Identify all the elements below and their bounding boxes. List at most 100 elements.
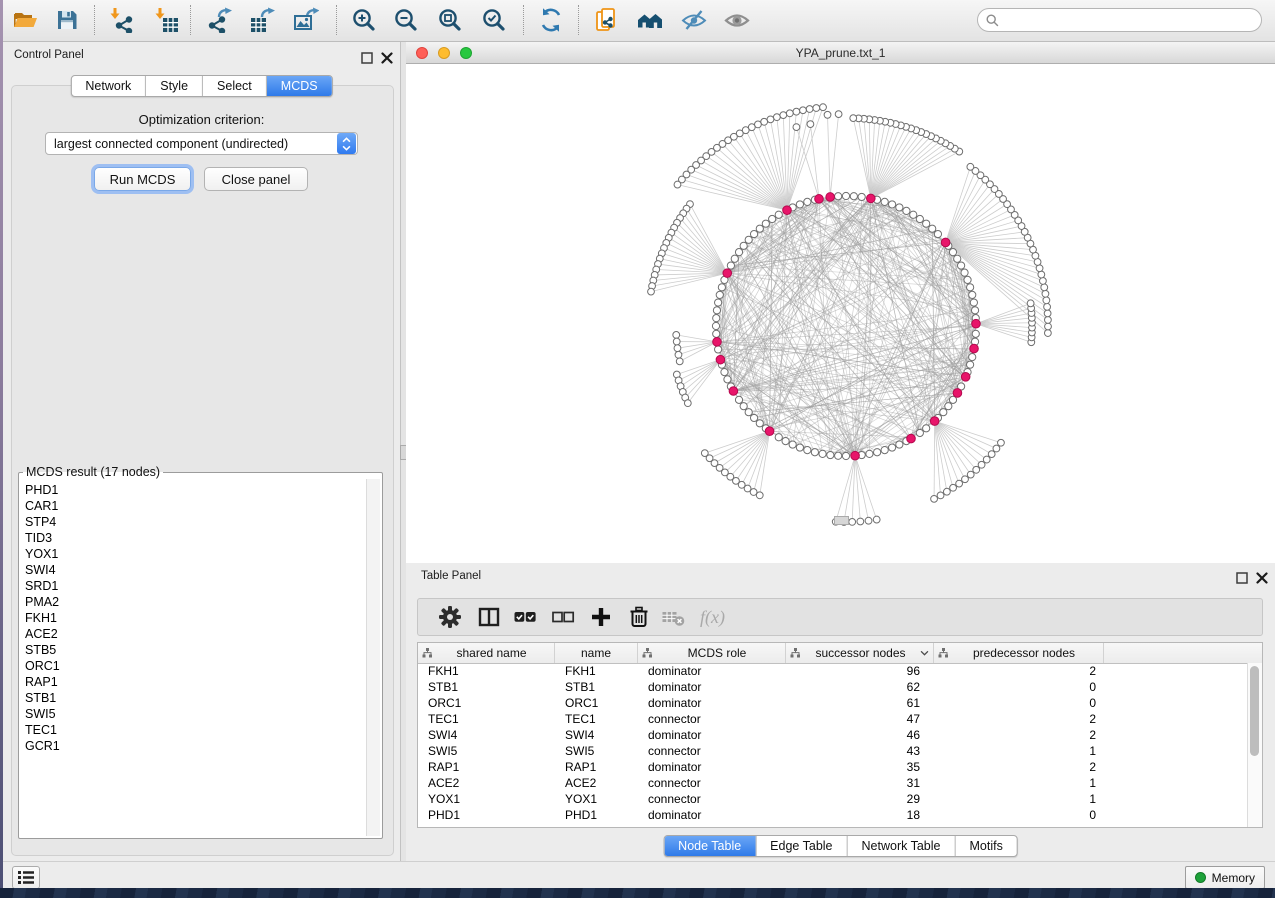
- mcds-result-item[interactable]: SWI5: [25, 706, 367, 722]
- graph-node[interactable]: [756, 492, 763, 499]
- export-table-button[interactable]: [245, 3, 279, 37]
- graph-node[interactable]: [676, 358, 683, 365]
- graph-node[interactable]: [857, 518, 864, 525]
- graph-node[interactable]: [865, 517, 872, 524]
- graph-node[interactable]: [950, 484, 957, 491]
- first-neighbors-button[interactable]: [633, 3, 667, 37]
- graph-node[interactable]: [750, 414, 757, 421]
- graph-node[interactable]: [881, 198, 888, 205]
- graph-node[interactable]: [1042, 290, 1049, 297]
- graph-node[interactable]: [740, 403, 747, 410]
- mcds-result-item[interactable]: STB5: [25, 642, 367, 658]
- settings-gear-button[interactable]: [435, 602, 465, 632]
- mcds-result-item[interactable]: SRD1: [25, 578, 367, 594]
- graph-node[interactable]: [675, 351, 682, 358]
- graph-node[interactable]: [858, 193, 865, 200]
- graph-node[interactable]: [804, 198, 811, 205]
- graph-node[interactable]: [937, 492, 944, 499]
- graph-node[interactable]: [956, 480, 963, 487]
- delete-table-button[interactable]: [658, 602, 688, 632]
- graph-node[interactable]: [824, 111, 831, 118]
- graph-node-selected[interactable]: [867, 194, 876, 203]
- mcds-result-item[interactable]: RAP1: [25, 674, 367, 690]
- graph-node[interactable]: [874, 449, 881, 456]
- graph-node-selected[interactable]: [972, 319, 981, 328]
- graph-node[interactable]: [820, 104, 827, 111]
- graph-node[interactable]: [967, 361, 974, 368]
- table-row[interactable]: ORC1ORC1dominator610: [418, 695, 1248, 711]
- table-tab-node-table[interactable]: Node Table: [664, 836, 755, 856]
- show-all-button[interactable]: [720, 3, 754, 37]
- graph-node[interactable]: [1045, 323, 1052, 330]
- table-row[interactable]: TEC1TEC1connector472: [418, 711, 1248, 727]
- graph-node[interactable]: [684, 400, 691, 407]
- graph-node[interactable]: [718, 284, 725, 291]
- graph-node[interactable]: [923, 425, 930, 432]
- graph-node[interactable]: [866, 450, 873, 457]
- graph-node[interactable]: [842, 452, 849, 459]
- graph-node[interactable]: [923, 220, 930, 227]
- network-graph[interactable]: [406, 64, 1275, 563]
- float-table-panel-button[interactable]: [1235, 570, 1250, 585]
- graph-node[interactable]: [745, 409, 752, 416]
- graph-node[interactable]: [819, 450, 826, 457]
- graph-node[interactable]: [1043, 297, 1050, 304]
- graph-node[interactable]: [674, 345, 681, 352]
- export-network-button[interactable]: [202, 3, 236, 37]
- table-scrollbar-thumb[interactable]: [1250, 666, 1259, 756]
- mcds-result-item[interactable]: TID3: [25, 530, 367, 546]
- graph-node[interactable]: [910, 211, 917, 218]
- import-network-button[interactable]: [104, 3, 138, 37]
- table-row[interactable]: FKH1FKH1dominator962: [418, 663, 1248, 679]
- graph-node[interactable]: [850, 115, 857, 122]
- graph-node-selected[interactable]: [765, 427, 774, 436]
- mcds-result-item[interactable]: STP4: [25, 514, 367, 530]
- graph-node-selected[interactable]: [713, 338, 722, 347]
- graph-node[interactable]: [1044, 303, 1051, 310]
- float-panel-button[interactable]: [360, 50, 375, 65]
- column-header-predecessor-nodes[interactable]: predecessor nodes: [934, 643, 1104, 663]
- graph-node[interactable]: [735, 249, 742, 256]
- graph-node[interactable]: [1041, 284, 1048, 291]
- close-panel-button-mcds[interactable]: Close panel: [204, 167, 308, 191]
- tab-select[interactable]: Select: [202, 76, 266, 96]
- graph-node-selected[interactable]: [826, 193, 835, 202]
- import-table-button[interactable]: [149, 3, 183, 37]
- horizontal-splitter-handle[interactable]: [834, 516, 849, 525]
- graph-node[interactable]: [1044, 330, 1051, 337]
- mcds-result-item[interactable]: PHD1: [25, 482, 367, 498]
- graph-node[interactable]: [756, 225, 763, 232]
- graph-node[interactable]: [940, 409, 947, 416]
- mcds-result-item[interactable]: SWI4: [25, 562, 367, 578]
- tab-style[interactable]: Style: [145, 76, 202, 96]
- graph-node[interactable]: [969, 354, 976, 361]
- task-history-button[interactable]: [12, 866, 40, 889]
- graph-node[interactable]: [967, 471, 974, 478]
- graph-node[interactable]: [775, 211, 782, 218]
- graph-node[interactable]: [978, 461, 985, 468]
- graph-node[interactable]: [713, 330, 720, 337]
- graph-node-selected[interactable]: [907, 434, 916, 443]
- graph-node[interactable]: [903, 207, 910, 214]
- graph-node[interactable]: [888, 444, 895, 451]
- graph-node[interactable]: [793, 124, 800, 131]
- graph-node[interactable]: [786, 110, 793, 117]
- graph-node[interactable]: [762, 220, 769, 227]
- deselect-all-button[interactable]: [548, 602, 578, 632]
- graph-node[interactable]: [873, 516, 880, 523]
- search-input[interactable]: [1004, 12, 1253, 28]
- network-canvas[interactable]: [406, 64, 1275, 563]
- graph-node[interactable]: [835, 452, 842, 459]
- graph-node[interactable]: [727, 262, 734, 269]
- table-row[interactable]: STB1STB1dominator620: [418, 679, 1248, 695]
- graph-node-selected[interactable]: [930, 417, 939, 426]
- mcds-result-item[interactable]: FKH1: [25, 610, 367, 626]
- table-row[interactable]: SWI4SWI4dominator462: [418, 727, 1248, 743]
- table-scrollbar[interactable]: [1247, 663, 1262, 827]
- graph-node[interactable]: [713, 315, 720, 322]
- graph-node[interactable]: [769, 215, 776, 222]
- graph-node[interactable]: [811, 449, 818, 456]
- graph-node[interactable]: [964, 276, 971, 283]
- graph-node[interactable]: [827, 451, 834, 458]
- table-tab-edge-table[interactable]: Edge Table: [755, 836, 846, 856]
